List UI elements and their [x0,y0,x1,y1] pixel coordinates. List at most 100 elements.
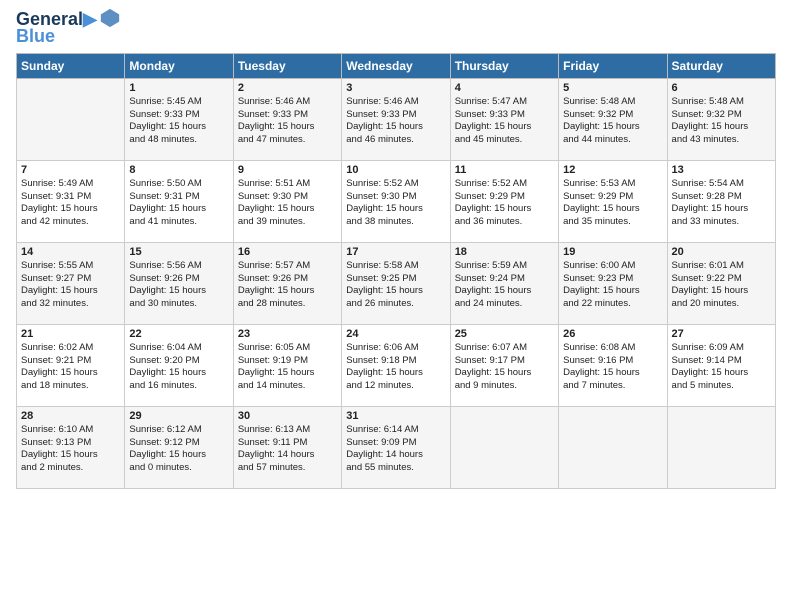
column-header-monday: Monday [125,53,233,78]
calendar-table: SundayMondayTuesdayWednesdayThursdayFrid… [16,53,776,489]
cell-info: Sunrise: 6:01 AM Sunset: 9:22 PM Dayligh… [672,260,771,311]
calendar-cell: 15Sunrise: 5:56 AM Sunset: 9:26 PM Dayli… [125,242,233,324]
day-number: 28 [21,410,120,422]
day-number: 24 [346,328,445,340]
column-header-tuesday: Tuesday [233,53,341,78]
cell-info: Sunrise: 5:54 AM Sunset: 9:28 PM Dayligh… [672,178,771,229]
day-number: 29 [129,410,228,422]
cell-info: Sunrise: 5:53 AM Sunset: 9:29 PM Dayligh… [563,178,662,229]
calendar-cell [667,406,775,488]
cell-info: Sunrise: 6:14 AM Sunset: 9:09 PM Dayligh… [346,424,445,475]
day-number: 8 [129,164,228,176]
day-number: 19 [563,246,662,258]
calendar-cell: 8Sunrise: 5:50 AM Sunset: 9:31 PM Daylig… [125,160,233,242]
day-number: 23 [238,328,337,340]
day-number: 21 [21,328,120,340]
calendar-cell: 28 Sunrise: 6:10 AM Sunset: 9:13 PM Dayli… [17,406,125,488]
day-number: 26 [563,328,662,340]
day-number: 10 [346,164,445,176]
calendar-cell: 25Sunrise: 6:07 AM Sunset: 9:17 PM Dayli… [450,324,558,406]
calendar-cell: 5 Sunrise: 5:48 AM Sunset: 9:32 PM Daylig… [559,78,667,160]
day-number: 15 [129,246,228,258]
cell-info: Sunrise: 5:46 AM Sunset: 9:33 PM Dayligh… [346,96,445,147]
day-number: 6 [672,82,771,94]
calendar-cell: 29 Sunrise: 6:12 AM Sunset: 9:12 PM Dayli… [125,406,233,488]
cell-info: Sunrise: 5:52 AM Sunset: 9:30 PM Dayligh… [346,178,445,229]
cell-info: Sunrise: 5:45 AM Sunset: 9:33 PM Dayligh… [129,96,228,147]
calendar-cell: 13 Sunrise: 5:54 AM Sunset: 9:28 PM Dayli… [667,160,775,242]
page-header: General▶ Blue [16,10,776,47]
calendar-cell: 7 Sunrise: 5:49 AM Sunset: 9:31 PM Daylig… [17,160,125,242]
cell-info: Sunrise: 5:57 AM Sunset: 9:26 PM Dayligh… [238,260,337,311]
column-header-saturday: Saturday [667,53,775,78]
calendar-cell: 2 Sunrise: 5:46 AM Sunset: 9:33 PM Daylig… [233,78,341,160]
calendar-cell: 9Sunrise: 5:51 AM Sunset: 9:30 PM Daylig… [233,160,341,242]
calendar-cell: 18 Sunrise: 5:59 AM Sunset: 9:24 PM Dayli… [450,242,558,324]
column-header-sunday: Sunday [17,53,125,78]
calendar-week-row: 14 Sunrise: 5:55 AM Sunset: 9:27 PM Dayli… [17,242,776,324]
cell-info: Sunrise: 6:10 AM Sunset: 9:13 PM Dayligh… [21,424,120,475]
cell-info: Sunrise: 6:12 AM Sunset: 9:12 PM Dayligh… [129,424,228,475]
calendar-cell: 17 Sunrise: 5:58 AM Sunset: 9:25 PM Dayli… [342,242,450,324]
day-number: 2 [238,82,337,94]
calendar-cell: 4Sunrise: 5:47 AM Sunset: 9:33 PM Daylig… [450,78,558,160]
logo: General▶ Blue [16,10,121,47]
column-header-thursday: Thursday [450,53,558,78]
cell-info: Sunrise: 5:48 AM Sunset: 9:32 PM Dayligh… [672,96,771,147]
calendar-cell [559,406,667,488]
logo-icon [99,7,121,29]
cell-info: Sunrise: 5:52 AM Sunset: 9:29 PM Dayligh… [455,178,554,229]
column-header-friday: Friday [559,53,667,78]
calendar-cell [17,78,125,160]
calendar-cell: 3 Sunrise: 5:46 AM Sunset: 9:33 PM Daylig… [342,78,450,160]
day-number: 17 [346,246,445,258]
calendar-week-row: 7 Sunrise: 5:49 AM Sunset: 9:31 PM Daylig… [17,160,776,242]
cell-info: Sunrise: 5:59 AM Sunset: 9:24 PM Dayligh… [455,260,554,311]
calendar-cell: 27 Sunrise: 6:09 AM Sunset: 9:14 PM Dayli… [667,324,775,406]
day-number: 30 [238,410,337,422]
cell-info: Sunrise: 5:49 AM Sunset: 9:31 PM Dayligh… [21,178,120,229]
day-number: 9 [238,164,337,176]
day-number: 11 [455,164,554,176]
calendar-cell: 30 Sunrise: 6:13 AM Sunset: 9:11 PM Dayli… [233,406,341,488]
calendar-week-row: 1 Sunrise: 5:45 AM Sunset: 9:33 PM Daylig… [17,78,776,160]
cell-info: Sunrise: 6:06 AM Sunset: 9:18 PM Dayligh… [346,342,445,393]
day-number: 22 [129,328,228,340]
calendar-cell: 14 Sunrise: 5:55 AM Sunset: 9:27 PM Dayli… [17,242,125,324]
cell-info: Sunrise: 5:58 AM Sunset: 9:25 PM Dayligh… [346,260,445,311]
calendar-cell: 24 Sunrise: 6:06 AM Sunset: 9:18 PM Dayli… [342,324,450,406]
day-number: 16 [238,246,337,258]
day-number: 27 [672,328,771,340]
cell-info: Sunrise: 6:04 AM Sunset: 9:20 PM Dayligh… [129,342,228,393]
day-number: 3 [346,82,445,94]
calendar-cell: 22 Sunrise: 6:04 AM Sunset: 9:20 PM Dayli… [125,324,233,406]
day-number: 31 [346,410,445,422]
cell-info: Sunrise: 5:48 AM Sunset: 9:32 PM Dayligh… [563,96,662,147]
calendar-week-row: 21Sunrise: 6:02 AM Sunset: 9:21 PM Dayli… [17,324,776,406]
cell-info: Sunrise: 5:55 AM Sunset: 9:27 PM Dayligh… [21,260,120,311]
cell-info: Sunrise: 5:46 AM Sunset: 9:33 PM Dayligh… [238,96,337,147]
calendar-cell: 23 Sunrise: 6:05 AM Sunset: 9:19 PM Dayli… [233,324,341,406]
cell-info: Sunrise: 6:13 AM Sunset: 9:11 PM Dayligh… [238,424,337,475]
calendar-cell: 6 Sunrise: 5:48 AM Sunset: 9:32 PM Daylig… [667,78,775,160]
day-number: 18 [455,246,554,258]
column-header-wednesday: Wednesday [342,53,450,78]
cell-info: Sunrise: 6:05 AM Sunset: 9:19 PM Dayligh… [238,342,337,393]
calendar-cell [450,406,558,488]
calendar-cell: 11 Sunrise: 5:52 AM Sunset: 9:29 PM Dayli… [450,160,558,242]
day-number: 7 [21,164,120,176]
calendar-cell: 1 Sunrise: 5:45 AM Sunset: 9:33 PM Daylig… [125,78,233,160]
cell-info: Sunrise: 6:09 AM Sunset: 9:14 PM Dayligh… [672,342,771,393]
calendar-header-row: SundayMondayTuesdayWednesdayThursdayFrid… [17,53,776,78]
day-number: 13 [672,164,771,176]
day-number: 4 [455,82,554,94]
day-number: 12 [563,164,662,176]
calendar-cell: 10 Sunrise: 5:52 AM Sunset: 9:30 PM Dayli… [342,160,450,242]
cell-info: Sunrise: 6:00 AM Sunset: 9:23 PM Dayligh… [563,260,662,311]
day-number: 1 [129,82,228,94]
cell-info: Sunrise: 6:08 AM Sunset: 9:16 PM Dayligh… [563,342,662,393]
day-number: 20 [672,246,771,258]
calendar-cell: 21Sunrise: 6:02 AM Sunset: 9:21 PM Dayli… [17,324,125,406]
day-number: 14 [21,246,120,258]
day-number: 5 [563,82,662,94]
